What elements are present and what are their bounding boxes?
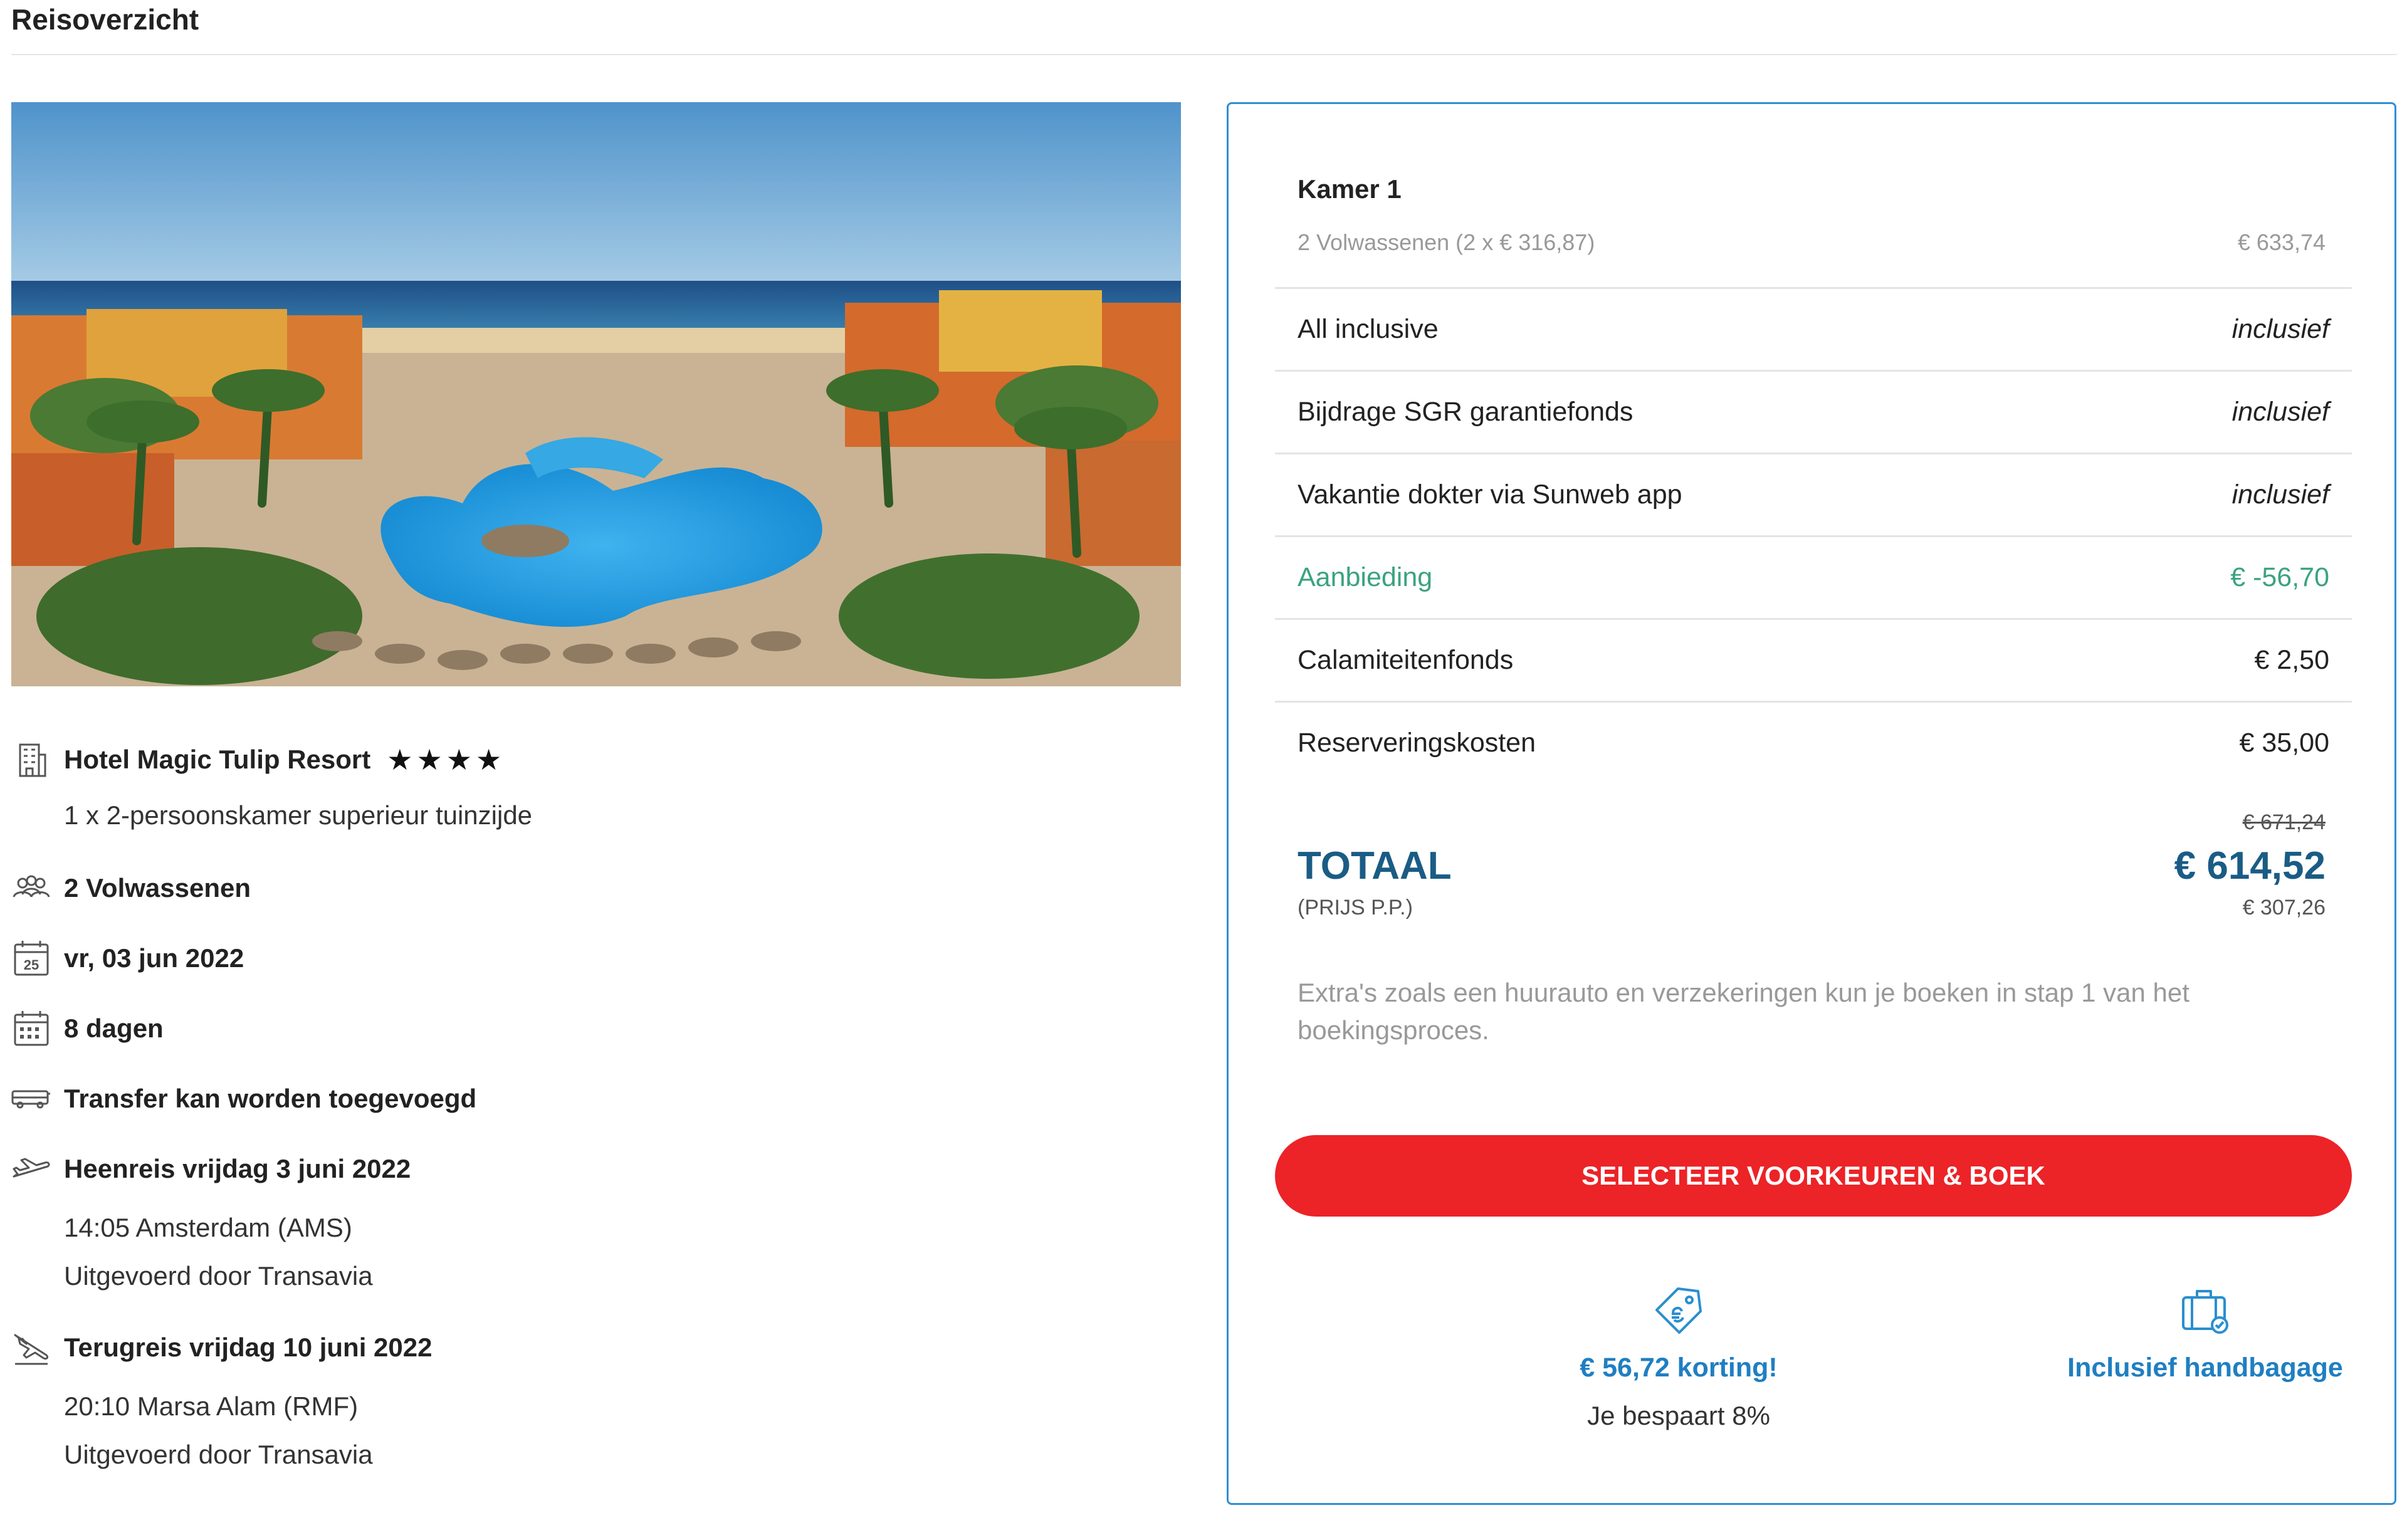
line-booking-fee: Reserveringskosten € 35,00 bbox=[1275, 701, 2352, 783]
duration-row: 8 dagen bbox=[11, 1008, 164, 1049]
room-title: Kamer 1 bbox=[1298, 174, 1402, 204]
line-all-inclusive: All inclusive inclusief bbox=[1275, 287, 2352, 370]
trip-duration: 8 dagen bbox=[64, 1014, 164, 1043]
extras-note: Extra's zoals een huurauto en verzekerin… bbox=[1298, 978, 2189, 1045]
return-title: Terugreis vrijdag 10 juni 2022 bbox=[64, 1333, 433, 1362]
total-old-price: € 671,24 bbox=[2242, 810, 2326, 834]
travellers-count: 2 Volwassenen bbox=[64, 873, 251, 903]
calendar-day-icon: 25 bbox=[11, 938, 51, 978]
return-operator: Uitgevoerd door Transavia bbox=[64, 1440, 373, 1469]
hotel-row: Hotel Magic Tulip Resort ★★★★ bbox=[11, 740, 505, 780]
line-label: Bijdrage SGR garantiefonds bbox=[1298, 397, 1634, 427]
outbound-flight-row: Heenreis vrijdag 3 juni 2022 bbox=[11, 1149, 411, 1189]
total-label: TOTAAL bbox=[1298, 844, 1452, 888]
total-price: € 614,52 bbox=[2174, 844, 2326, 888]
departure-date: vr, 03 jun 2022 bbox=[64, 943, 244, 973]
total-price-note: (PRIJS P.P.) bbox=[1298, 896, 1413, 919]
hotel-star-rating: ★★★★ bbox=[387, 743, 506, 776]
trip-overview-page: Reisoverzicht Hotel Magic Tulip Resort ★… bbox=[0, 0, 2407, 1540]
outbound-operator: Uitgevoerd door Transavia bbox=[64, 1261, 373, 1291]
discount-perk: € 56,72 korting! Je bespaart 8% bbox=[1459, 1282, 1898, 1431]
return-time-place: 20:10 Marsa Alam (RMF) bbox=[64, 1391, 359, 1421]
room-detail: 2 Volwassenen (2 x € 316,87) bbox=[1298, 229, 1595, 255]
line-label: Aanbieding bbox=[1298, 562, 1433, 592]
baggage-title: Inclusief handbagage bbox=[2067, 1353, 2343, 1383]
line-holiday-doctor: Vakantie dokter via Sunweb app inclusief bbox=[1275, 453, 2352, 535]
return-flight-row: Terugreis vrijdag 10 juni 2022 bbox=[11, 1328, 432, 1368]
line-calamity-fund: Calamiteitenfonds € 2,50 bbox=[1275, 618, 2352, 701]
calendar-day-number: 25 bbox=[24, 957, 39, 973]
line-label: Reserveringskosten bbox=[1298, 728, 1536, 758]
transfer-row: Transfer kan worden toegevoegd bbox=[11, 1079, 476, 1119]
plane-departure-icon bbox=[11, 1149, 51, 1189]
line-sgr-fund: Bijdrage SGR garantiefonds inclusief bbox=[1275, 370, 2352, 453]
baggage-perk: Inclusief handbagage bbox=[1986, 1282, 2407, 1383]
discount-title: € 56,72 korting! bbox=[1580, 1353, 1778, 1383]
line-label: Vakantie dokter via Sunweb app bbox=[1298, 479, 1682, 510]
travellers-row: 2 Volwassenen bbox=[11, 868, 251, 908]
line-label: All inclusive bbox=[1298, 314, 1439, 344]
transfer-info: Transfer kan worden toegevoegd bbox=[64, 1084, 477, 1113]
suitcase-icon bbox=[2177, 1282, 2233, 1339]
line-value: € 35,00 bbox=[2239, 728, 2329, 758]
room-price: € 633,74 bbox=[2237, 229, 2326, 255]
bus-icon bbox=[11, 1079, 51, 1119]
outbound-title: Heenreis vrijdag 3 juni 2022 bbox=[64, 1154, 411, 1183]
price-summary-card: Kamer 1 2 Volwassenen (2 x € 316,87) € 6… bbox=[1227, 102, 2396, 1505]
room-type: 1 x 2-persoonskamer superieur tuinzijde bbox=[64, 800, 533, 830]
line-label: Calamiteitenfonds bbox=[1298, 645, 1514, 675]
date-row: 25 vr, 03 jun 2022 bbox=[11, 938, 244, 978]
page-title: Reisoverzicht bbox=[11, 3, 199, 36]
line-value: inclusief bbox=[2231, 314, 2329, 344]
plane-arrival-icon bbox=[11, 1328, 51, 1368]
hotel-building-icon bbox=[11, 740, 51, 780]
hotel-photo bbox=[11, 102, 1181, 686]
discount-subtitle: Je bespaart 8% bbox=[1587, 1401, 1770, 1430]
total-per-person: € 307,26 bbox=[2242, 896, 2326, 919]
book-button[interactable]: SELECTEER VOORKEUREN & BOEK bbox=[1275, 1135, 2352, 1217]
outbound-time-place: 14:05 Amsterdam (AMS) bbox=[64, 1213, 352, 1242]
heading-divider bbox=[11, 54, 2397, 55]
line-value: € -56,70 bbox=[2230, 562, 2329, 592]
line-offer: Aanbieding € -56,70 bbox=[1275, 535, 2352, 618]
hotel-name[interactable]: Hotel Magic Tulip Resort bbox=[64, 745, 370, 775]
line-value: inclusief bbox=[2231, 479, 2329, 510]
price-tag-icon bbox=[1650, 1282, 1707, 1339]
people-icon bbox=[11, 868, 51, 908]
calendar-grid-icon bbox=[11, 1008, 51, 1049]
line-value: € 2,50 bbox=[2254, 645, 2329, 675]
line-value: inclusief bbox=[2231, 397, 2329, 427]
